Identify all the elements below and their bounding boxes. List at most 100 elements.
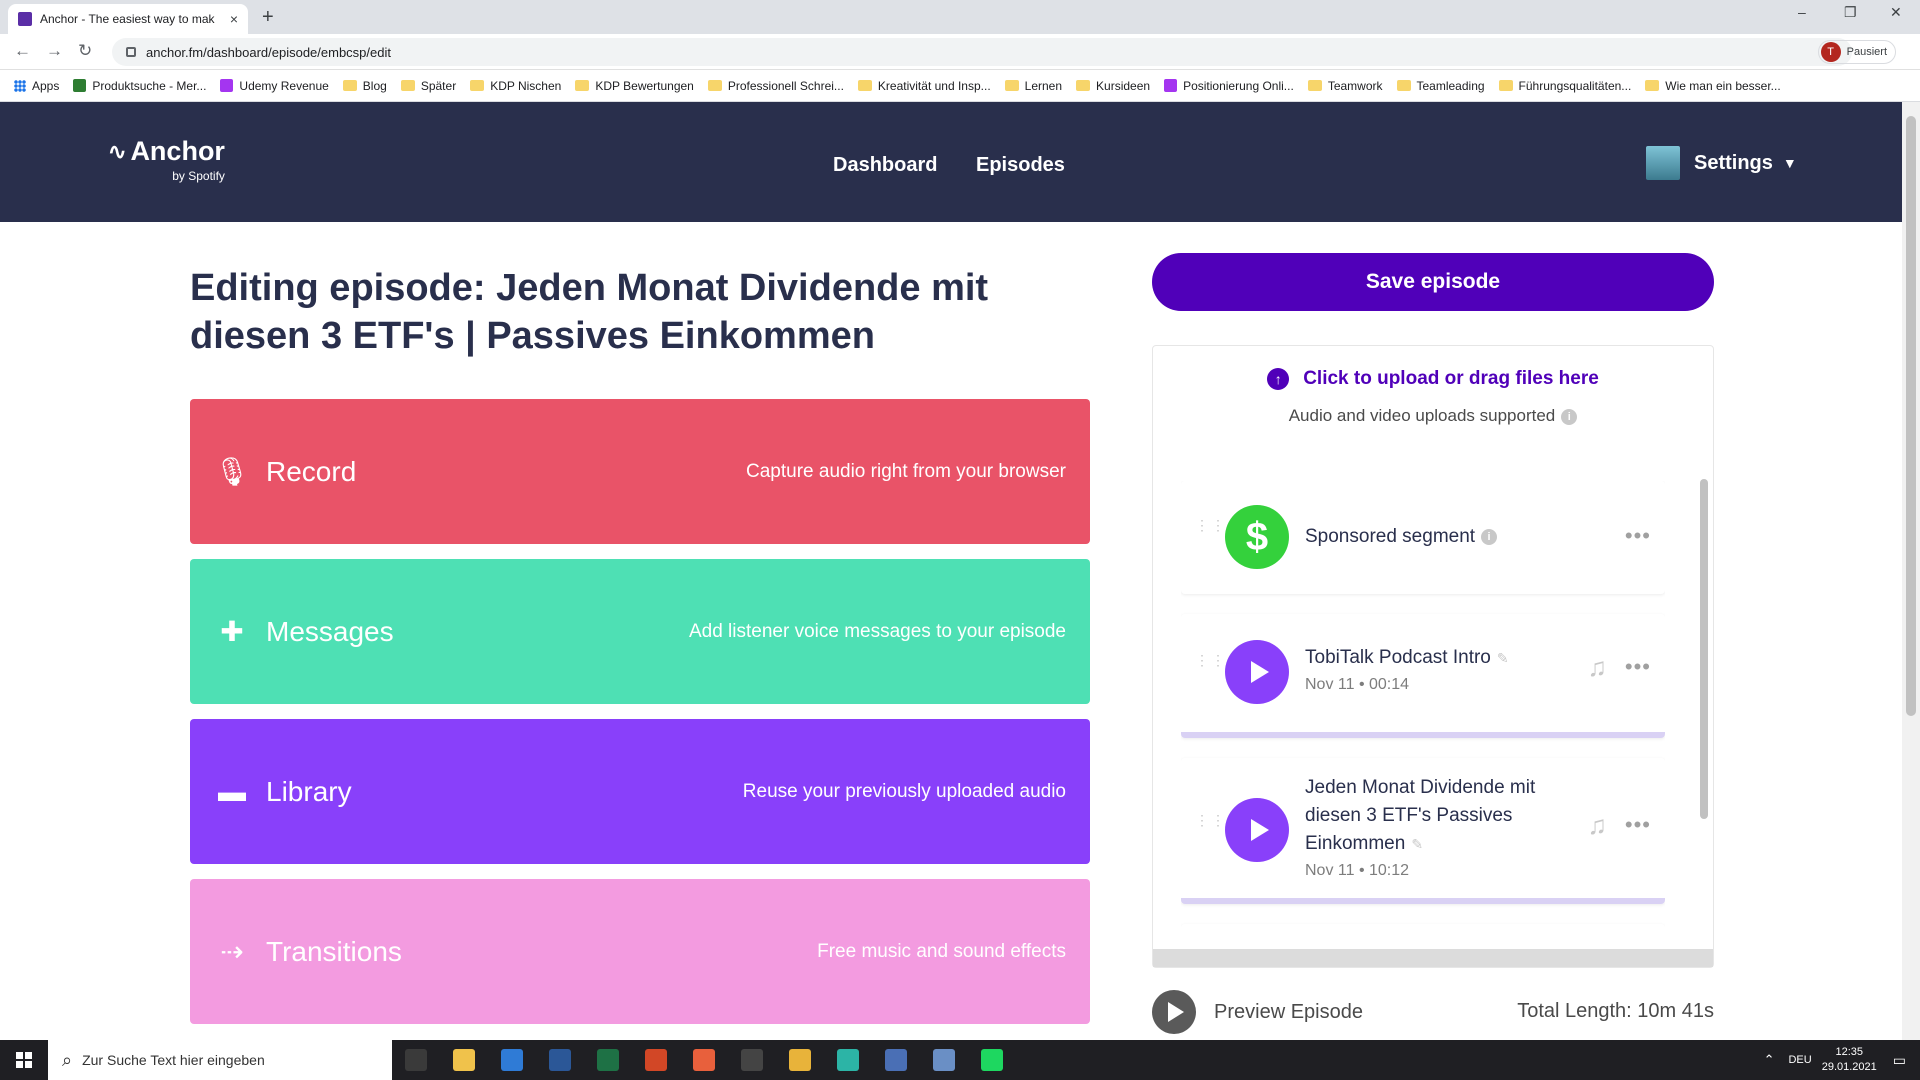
spotify-icon[interactable] — [968, 1040, 1016, 1080]
add-music-icon[interactable]: ♫ — [1588, 810, 1608, 841]
browser-tab[interactable]: Anchor - The easiest way to mak × — [8, 4, 248, 34]
address-bar[interactable]: anchor.fm/dashboard/episode/embcsp/edit — [112, 38, 1852, 66]
more-options-icon[interactable]: ••• — [1625, 654, 1651, 680]
bookmark-label: Wie man ein besser... — [1665, 78, 1781, 93]
app-icon-glyph — [933, 1049, 955, 1071]
lock-icon — [126, 47, 136, 57]
messages-card[interactable]: ✚ Messages Add listener voice messages t… — [190, 559, 1090, 704]
page-scrollbar[interactable] — [1902, 102, 1920, 1040]
minimize-icon[interactable]: – — [1798, 4, 1806, 20]
anchor-logo[interactable]: ∿ Anchor by Spotify — [108, 136, 225, 183]
forward-icon[interactable]: → — [46, 41, 63, 61]
new-tab-button[interactable]: + — [262, 6, 274, 29]
word-icon[interactable] — [536, 1040, 584, 1080]
bookmark-label: Professionell Schrei... — [727, 78, 844, 93]
powerpoint-icon[interactable] — [632, 1040, 680, 1080]
episode-builder-panel: ↑ Click to upload or drag files here Aud… — [1152, 345, 1714, 968]
drag-handle-icon[interactable]: ⋮⋮ — [1195, 653, 1225, 667]
info-icon[interactable]: i — [1481, 528, 1498, 545]
drag-handle-icon[interactable]: ⋮⋮ — [1195, 813, 1225, 827]
bookmark-item[interactable]: Kursideen — [1076, 79, 1150, 93]
play-button[interactable] — [1225, 640, 1289, 704]
bookmark-item[interactable]: Teamwork — [1307, 79, 1383, 93]
segment-intro[interactable]: ⋮⋮ TobiTalk Podcast Intro ✎ Nov 11 • 00:1… — [1181, 614, 1665, 738]
close-tab-icon[interactable]: × — [230, 11, 238, 27]
more-options-icon[interactable]: ••• — [1625, 812, 1651, 838]
preview-episode-button[interactable]: Preview Episode — [1152, 990, 1363, 1034]
mail-icon[interactable] — [488, 1040, 536, 1080]
microphone-icon: 🎙 — [214, 456, 250, 487]
upload-dropzone[interactable]: ↑ Click to upload or drag files here — [1153, 368, 1713, 390]
bookmark-item[interactable]: KDP Nischen — [470, 79, 561, 93]
bookmark-item[interactable]: Blog — [342, 79, 387, 93]
nav-episodes[interactable]: Episodes — [976, 154, 1065, 177]
excel-icon[interactable] — [584, 1040, 632, 1080]
scrollbar-thumb[interactable] — [1906, 116, 1916, 716]
taskbar-search[interactable]: ⌕ Zur Suche Text hier eingeben — [48, 1040, 392, 1080]
bookmark-item[interactable]: Udemy Revenue — [220, 79, 329, 93]
horizontal-scrollbar[interactable] — [1153, 949, 1713, 967]
play-button[interactable] — [1225, 798, 1289, 862]
transitions-card[interactable]: ⇢ Transitions Free music and sound effec… — [190, 879, 1090, 1024]
save-episode-button[interactable]: Save episode — [1152, 253, 1714, 311]
notifications-icon[interactable]: ▭ — [1893, 1052, 1906, 1069]
language-indicator[interactable]: DEU — [1788, 1054, 1811, 1066]
bookmark-item[interactable]: Professionell Schrei... — [707, 78, 844, 93]
bookmark-item[interactable]: Führungsqualitäten... — [1498, 79, 1631, 93]
segment-main[interactable]: ⋮⋮ Jeden Monat Dividende mit diesen 3 ETF… — [1181, 758, 1665, 904]
tray-expand-icon[interactable]: ⌃ — [1764, 1052, 1775, 1068]
profile-button[interactable]: T Pausiert — [1817, 40, 1896, 64]
chrome-icon-glyph — [789, 1049, 811, 1071]
folder-icon — [857, 80, 872, 91]
back-icon[interactable]: ← — [14, 41, 31, 61]
bookmark-item[interactable]: Teamleading — [1396, 79, 1485, 93]
app-icon[interactable] — [872, 1040, 920, 1080]
folder-icon — [1645, 80, 1660, 91]
record-card[interactable]: 🎙 Record Capture audio right from your b… — [190, 399, 1090, 544]
bookmark-item[interactable]: Kreativität und Insp... — [857, 79, 991, 93]
chrome-icon[interactable] — [776, 1040, 824, 1080]
clock[interactable]: 12:35 29.01.2021 — [1822, 1045, 1877, 1075]
segment-sponsored[interactable]: ⋮⋮ $ Sponsored segment i ••• — [1181, 481, 1665, 594]
bookmark-item[interactable]: Wie man ein besser... — [1645, 78, 1781, 93]
bookmark-item[interactable]: Später — [400, 78, 457, 93]
profile-avatar: T — [1820, 42, 1841, 62]
more-options-icon[interactable]: ••• — [1625, 523, 1651, 549]
close-window-icon[interactable]: ✕ — [1890, 4, 1902, 21]
edge-icon[interactable] — [824, 1040, 872, 1080]
maximize-icon[interactable]: ❐ — [1844, 4, 1857, 21]
chevron-down-icon: ▼ — [1782, 155, 1797, 171]
bookmark-item[interactable]: Positionierung Onli... — [1164, 79, 1294, 93]
segment-meta: Nov 11 • 10:12 — [1305, 862, 1410, 879]
add-music-icon[interactable]: ♫ — [1588, 652, 1608, 683]
file-explorer-icon-glyph — [453, 1049, 475, 1071]
library-card[interactable]: ▬ Library Reuse your previously uploaded… — [190, 719, 1090, 864]
site-icon — [73, 79, 87, 92]
page-title: Editing episode: Jeden Monat Dividende m… — [190, 267, 989, 357]
scrollbar-thumb[interactable] — [1700, 479, 1708, 819]
info-icon[interactable]: i — [1561, 408, 1578, 425]
app-icon[interactable] — [920, 1040, 968, 1080]
reload-icon[interactable]: ↻ — [78, 41, 92, 61]
bookmark-item[interactable]: Produktsuche - Mer... — [73, 79, 206, 93]
bookmark-item[interactable]: Lernen — [1004, 79, 1062, 93]
obs-icon[interactable] — [728, 1040, 776, 1080]
browser-tab-strip: Anchor - The easiest way to mak × + – ❐ … — [0, 0, 1920, 34]
segment-next[interactable] — [1181, 924, 1665, 946]
bookmark-item[interactable]: KDP Bewertungen — [575, 79, 694, 93]
file-explorer-icon[interactable] — [440, 1040, 488, 1080]
app-icon[interactable] — [680, 1040, 728, 1080]
pencil-icon[interactable]: ✎ — [1411, 836, 1423, 852]
task-view-icon[interactable] — [392, 1040, 440, 1080]
pencil-icon[interactable]: ✎ — [1497, 650, 1509, 666]
bookmark-item[interactable]: Apps — [14, 79, 59, 93]
settings-menu[interactable]: Settings ▼ — [1646, 146, 1797, 180]
segment-list-scrollbar[interactable] — [1697, 461, 1709, 951]
windows-start-button[interactable] — [0, 1040, 48, 1080]
nav-dashboard[interactable]: Dashboard — [833, 154, 937, 177]
bookmark-label: Später — [420, 78, 457, 93]
app-icon-glyph — [885, 1049, 907, 1071]
excel-icon-glyph — [597, 1049, 619, 1071]
drag-handle-icon[interactable]: ⋮⋮ — [1195, 518, 1225, 532]
spotify-icon-glyph — [981, 1049, 1003, 1071]
